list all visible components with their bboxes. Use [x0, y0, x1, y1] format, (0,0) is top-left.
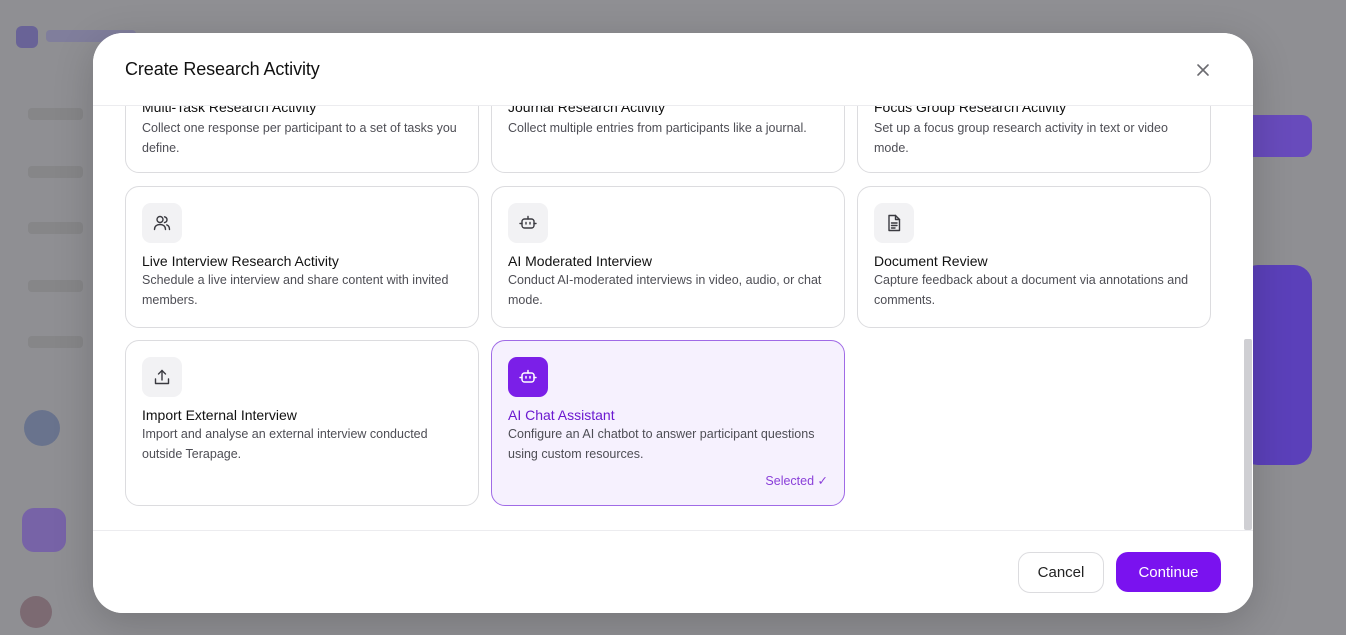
- activity-card-title: Import External Interview: [142, 407, 297, 423]
- document-icon: [874, 203, 914, 243]
- close-button[interactable]: [1191, 58, 1215, 82]
- selected-indicator: Selected ✓: [765, 474, 828, 488]
- activity-card-title: Document Review: [874, 253, 988, 269]
- activity-card-ai-moderated-interview[interactable]: AI Moderated Interview Conduct AI-modera…: [491, 186, 845, 328]
- activity-card-title: AI Chat Assistant: [508, 407, 615, 423]
- activity-card-multi-task[interactable]: Multi-Task Research Activity Collect one…: [125, 106, 479, 173]
- create-research-activity-dialog: Create Research Activity Multi-Task Rese…: [93, 33, 1253, 613]
- sidebar-item: [28, 336, 83, 348]
- bot-icon: [508, 357, 548, 397]
- activity-card-ai-chat-assistant[interactable]: AI Chat Assistant Configure an AI chatbo…: [491, 340, 845, 506]
- sidebar-item: [28, 166, 83, 178]
- sidebar-item: [28, 108, 83, 120]
- scrollbar-track[interactable]: [1243, 106, 1253, 530]
- activity-card-description: Schedule a live interview and share cont…: [142, 273, 449, 307]
- users-icon: [142, 203, 182, 243]
- dialog-header: Create Research Activity: [93, 33, 1253, 106]
- sidebar-item: [28, 222, 83, 234]
- bot-icon: [508, 203, 548, 243]
- app-logo-icon: [16, 26, 38, 48]
- dialog-title: Create Research Activity: [125, 59, 320, 79]
- avatar: [20, 596, 52, 628]
- activity-card-description: Capture feedback about a document via an…: [874, 273, 1189, 307]
- activity-card-import-external-interview[interactable]: Import External Interview Import and ana…: [125, 340, 479, 506]
- activity-card-description: Import and analyse an external interview…: [142, 427, 428, 461]
- cancel-button[interactable]: Cancel: [1018, 552, 1104, 593]
- scrollbar-thumb[interactable]: [1244, 339, 1252, 530]
- avatar: [22, 508, 66, 552]
- activity-card-title: AI Moderated Interview: [508, 253, 652, 269]
- activity-card-title: Live Interview Research Activity: [142, 253, 339, 269]
- activity-card-title: Focus Group Research Activity: [874, 106, 1067, 115]
- activity-card-description: Conduct AI-moderated interviews in video…: [508, 273, 822, 307]
- activity-card-description: Configure an AI chatbot to answer partic…: [508, 427, 815, 461]
- activity-card-journal[interactable]: Journal Research Activity Collect multip…: [491, 106, 845, 173]
- avatar: [24, 410, 60, 446]
- close-icon: [1197, 64, 1209, 76]
- activity-card-description: Collect one response per participant to …: [142, 121, 457, 155]
- activity-card-description: Collect multiple entries from participan…: [508, 121, 807, 135]
- sidebar-item: [28, 280, 83, 292]
- activity-card-title: Journal Research Activity: [508, 106, 666, 115]
- continue-button[interactable]: Continue: [1116, 552, 1221, 592]
- activity-list: Multi-Task Research Activity Collect one…: [93, 106, 1253, 530]
- upload-icon: [142, 357, 182, 397]
- activity-card-focus-group[interactable]: Focus Group Research Activity Set up a f…: [857, 106, 1211, 173]
- activity-card-document-review[interactable]: Document Review Capture feedback about a…: [857, 186, 1211, 328]
- activity-card-description: Set up a focus group research activity i…: [874, 121, 1168, 155]
- dialog-footer: Cancel Continue: [93, 530, 1253, 613]
- activity-card-title: Multi-Task Research Activity: [142, 106, 317, 115]
- activity-card-live-interview[interactable]: Live Interview Research Activity Schedul…: [125, 186, 479, 328]
